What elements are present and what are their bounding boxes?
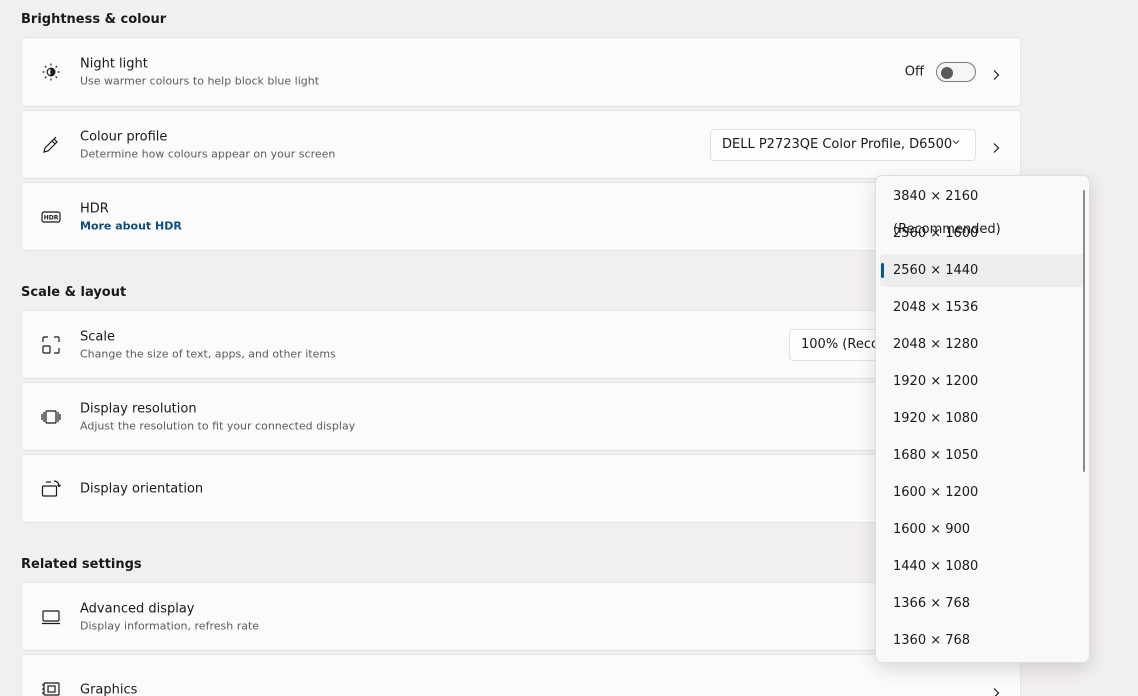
option-label: 2048 × 1536 <box>893 300 979 315</box>
scale-card[interactable]: Scale Change the size of text, apps, and… <box>21 310 1021 379</box>
more-about-hdr-link[interactable]: More about HDR <box>80 218 182 233</box>
night-light-state: Off <box>904 64 924 80</box>
display-resolution-subtitle: Adjust the resolution to fit your connec… <box>80 419 356 432</box>
chevron-right-icon[interactable] <box>990 66 1002 80</box>
resolution-option[interactable]: 1680 × 1050 <box>880 439 1085 472</box>
section-title-brightness: Brightness & colour <box>21 12 167 27</box>
resolution-option[interactable]: 1920 × 1200 <box>880 365 1085 398</box>
section-title-scale-layout: Scale & layout <box>21 285 127 300</box>
option-label: 2048 × 1280 <box>893 337 979 352</box>
orientation-icon <box>40 478 62 500</box>
option-label: 1440 × 1080 <box>893 559 979 574</box>
option-label: 1360 × 768 <box>893 633 971 648</box>
advanced-display-title: Advanced display <box>80 601 195 616</box>
night-light-title: Night light <box>80 56 148 72</box>
graphics-title: Graphics <box>80 682 138 696</box>
resolution-option[interactable]: 2048 × 1536 <box>880 291 1085 324</box>
section-title-related: Related settings <box>21 557 142 572</box>
colour-profile-selected: DELL P2723QE Color Profile, D6500 <box>722 136 953 152</box>
colour-profile-select[interactable]: DELL P2723QE Color Profile, D6500 <box>710 128 976 161</box>
resolution-option[interactable]: 1366 × 768 <box>880 587 1085 620</box>
resolution-option[interactable]: 1920 × 1080 <box>880 402 1085 435</box>
scale-title: Scale <box>80 329 115 344</box>
resolution-option[interactable]: 1600 × 1200 <box>880 476 1085 509</box>
scale-icon <box>40 334 62 356</box>
advanced-display-subtitle: Display information, refresh rate <box>80 619 260 632</box>
hdr-title: HDR <box>80 201 109 216</box>
hdr-card[interactable]: HDR HDR More about HDR <box>21 182 1021 251</box>
display-resolution-card[interactable]: Display resolution Adjust the resolution… <box>21 382 1021 451</box>
option-label: 1680 × 1050 <box>893 448 979 463</box>
resolution-option[interactable]: 1360 × 768 <box>880 624 1085 657</box>
night-light-toggle[interactable] <box>936 62 976 82</box>
dropdown-scrollbar[interactable] <box>1083 190 1085 472</box>
chevron-down-icon <box>951 130 961 160</box>
option-label: 2560 × 1600 <box>893 226 979 241</box>
option-label: 1366 × 768 <box>893 596 971 611</box>
option-label: 1920 × 1200 <box>893 374 979 389</box>
night-light-card[interactable]: Night light Use warmer colours to help b… <box>21 37 1021 107</box>
display-orientation-card[interactable]: Display orientation <box>21 454 1021 523</box>
resolution-option-selected[interactable]: 2560 × 1440 <box>880 254 1085 287</box>
display-resolution-title: Display resolution <box>80 401 197 416</box>
resolution-option[interactable]: 1600 × 900 <box>880 513 1085 546</box>
scale-subtitle: Change the size of text, apps, and other… <box>80 347 336 360</box>
selection-indicator <box>881 263 884 278</box>
display-orientation-title: Display orientation <box>80 481 204 496</box>
option-label: 1600 × 1200 <box>893 485 979 500</box>
colour-profile-subtitle: Determine how colours appear on your scr… <box>80 147 336 160</box>
resolution-option[interactable]: 1440 × 1080 <box>880 550 1085 583</box>
resolution-option[interactable]: 2048 × 1280 <box>880 328 1085 361</box>
option-label: 2560 × 1440 <box>893 263 979 278</box>
svg-text:HDR: HDR <box>44 214 59 221</box>
colour-profile-title: Colour profile <box>80 129 168 144</box>
hdr-icon: HDR <box>40 206 62 228</box>
pen-icon <box>40 134 62 156</box>
resolution-option[interactable]: 3840 × 2160 (Recommended) <box>880 180 1085 237</box>
colour-profile-card[interactable]: Colour profile Determine how colours app… <box>21 110 1021 179</box>
chevron-right-icon[interactable] <box>990 684 1002 696</box>
chevron-right-icon[interactable] <box>990 139 1002 153</box>
toggle-knob <box>941 67 953 79</box>
graphics-icon <box>40 678 62 696</box>
advanced-display-card[interactable]: Advanced display Display information, re… <box>21 582 1021 651</box>
option-label: 1600 × 900 <box>893 522 971 537</box>
monitor-icon <box>40 606 62 628</box>
option-label: 1920 × 1080 <box>893 411 979 426</box>
graphics-card[interactable]: Graphics <box>21 654 1021 696</box>
night-light-subtitle: Use warmer colours to help block blue li… <box>80 74 320 88</box>
resolution-icon <box>40 406 62 428</box>
resolution-dropdown[interactable]: 3840 × 2160 (Recommended) 2560 × 1600 25… <box>875 175 1090 663</box>
night-light-icon <box>40 61 62 83</box>
resolution-option[interactable]: 2560 × 1600 <box>880 217 1085 250</box>
